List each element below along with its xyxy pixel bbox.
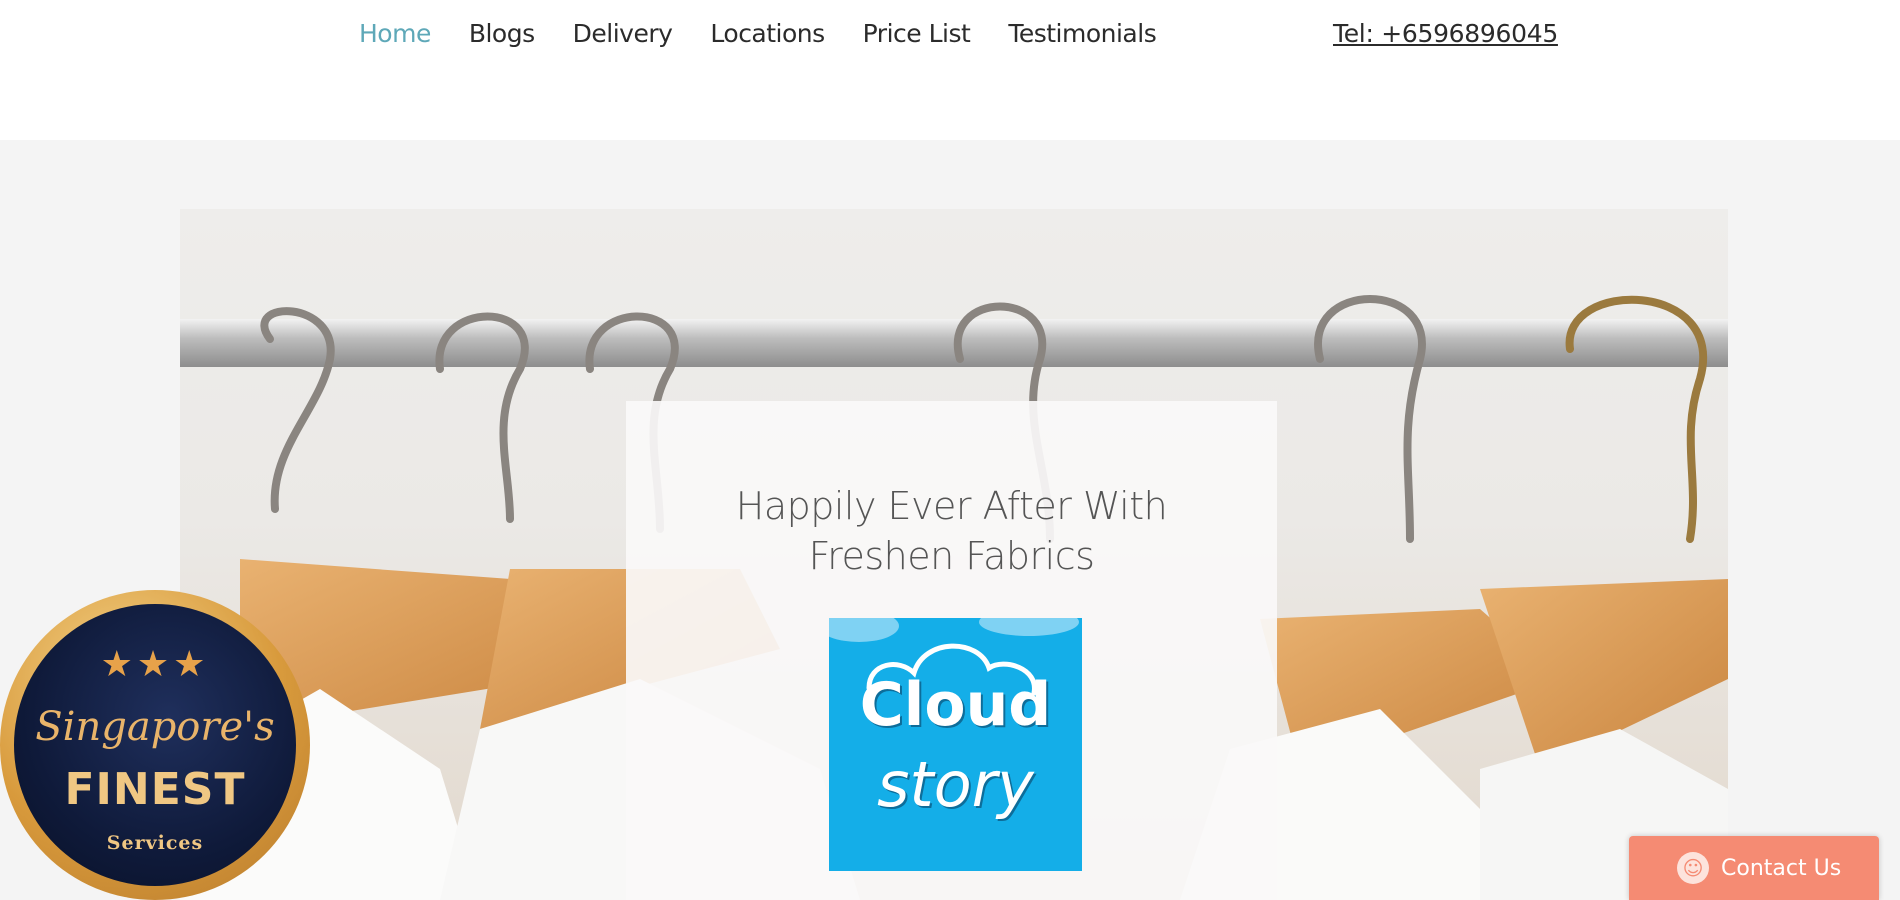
star-icons: ★★★	[100, 644, 210, 685]
contact-us-button[interactable]: ☺ Contact Us	[1629, 836, 1879, 900]
badge-line1: Singapore's	[35, 704, 275, 750]
hero-title-line2: Freshen Fabrics	[808, 534, 1095, 578]
hero-card: Happily Ever After With Freshen Fabrics …	[626, 401, 1277, 900]
cloud-story-logo: Cloud story	[829, 618, 1082, 871]
logo-line2: story	[877, 748, 1034, 821]
contact-us-label: Contact Us	[1721, 855, 1842, 881]
main-nav: Home Blogs Delivery Locations Price List…	[340, 14, 1175, 54]
nav-price-list[interactable]: Price List	[844, 14, 990, 54]
site-header: Home Blogs Delivery Locations Price List…	[0, 0, 1900, 140]
badge-line3: Services	[106, 832, 204, 854]
nav-delivery[interactable]: Delivery	[554, 14, 692, 54]
hero-title-line1: Happily Ever After With	[735, 484, 1168, 528]
hero-title: Happily Ever After With Freshen Fabrics	[626, 481, 1277, 581]
badge-inner: ★★★ Singapore's FINEST Services	[14, 604, 296, 886]
logo-line1: Cloud	[859, 670, 1052, 740]
nav-blogs[interactable]: Blogs	[450, 14, 554, 54]
phone-link[interactable]: Tel: +6596896045	[1333, 14, 1558, 54]
smiley-icon: ☺	[1677, 852, 1709, 884]
nav-testimonials[interactable]: Testimonials	[989, 14, 1175, 54]
cloud-icon	[829, 618, 1079, 696]
badge-line2: FINEST	[64, 764, 246, 815]
nav-home[interactable]: Home	[340, 14, 450, 54]
singapores-finest-badge[interactable]: ★★★ Singapore's FINEST Services	[0, 590, 310, 900]
nav-locations[interactable]: Locations	[691, 14, 843, 54]
